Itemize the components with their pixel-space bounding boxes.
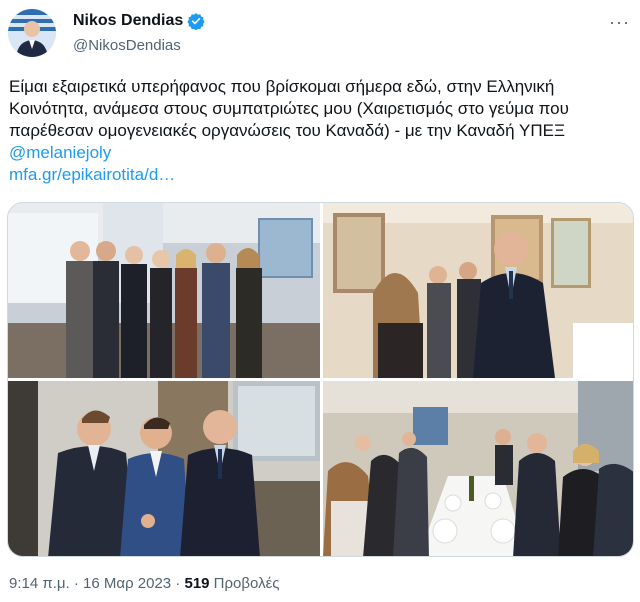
meta-separator-2: ·: [171, 575, 185, 592]
avatar[interactable]: [8, 9, 56, 57]
tweet-text: Είμαι εξαιρετικά υπερήφανος που βρίσκομα…: [9, 76, 631, 186]
more-options-icon[interactable]: ···: [609, 12, 630, 33]
author-name-row[interactable]: Nikos Dendias: [73, 12, 205, 31]
photo-2[interactable]: [323, 203, 633, 378]
verified-badge-icon: [187, 12, 205, 31]
meta-separator: ·: [69, 575, 84, 592]
external-link[interactable]: mfa.gr/epikairotita/d…: [9, 165, 175, 184]
photo-1[interactable]: [8, 203, 320, 378]
photo-4[interactable]: [323, 381, 633, 556]
mention-link[interactable]: @melaniejoly: [9, 143, 111, 162]
media-grid: [7, 202, 634, 557]
tweet-time[interactable]: 9:14 π.μ.: [9, 575, 70, 592]
tweet-meta: 9:14 π.μ. · 16 Μαρ 2023 · 519 Προβολές: [9, 575, 280, 592]
tweet: Nikos Dendias @NikosDendias ··· Είμαι εξ…: [0, 0, 640, 602]
views-label: Προβολές: [209, 575, 280, 592]
tweet-date[interactable]: 16 Μαρ 2023: [83, 575, 171, 592]
views-count: 519: [184, 575, 210, 592]
tweet-body: Είμαι εξαιρετικά υπερήφανος που βρίσκομα…: [9, 77, 569, 140]
photo-3[interactable]: [8, 381, 320, 556]
author-handle[interactable]: @NikosDendias: [73, 37, 181, 54]
display-name[interactable]: Nikos Dendias: [73, 12, 183, 30]
